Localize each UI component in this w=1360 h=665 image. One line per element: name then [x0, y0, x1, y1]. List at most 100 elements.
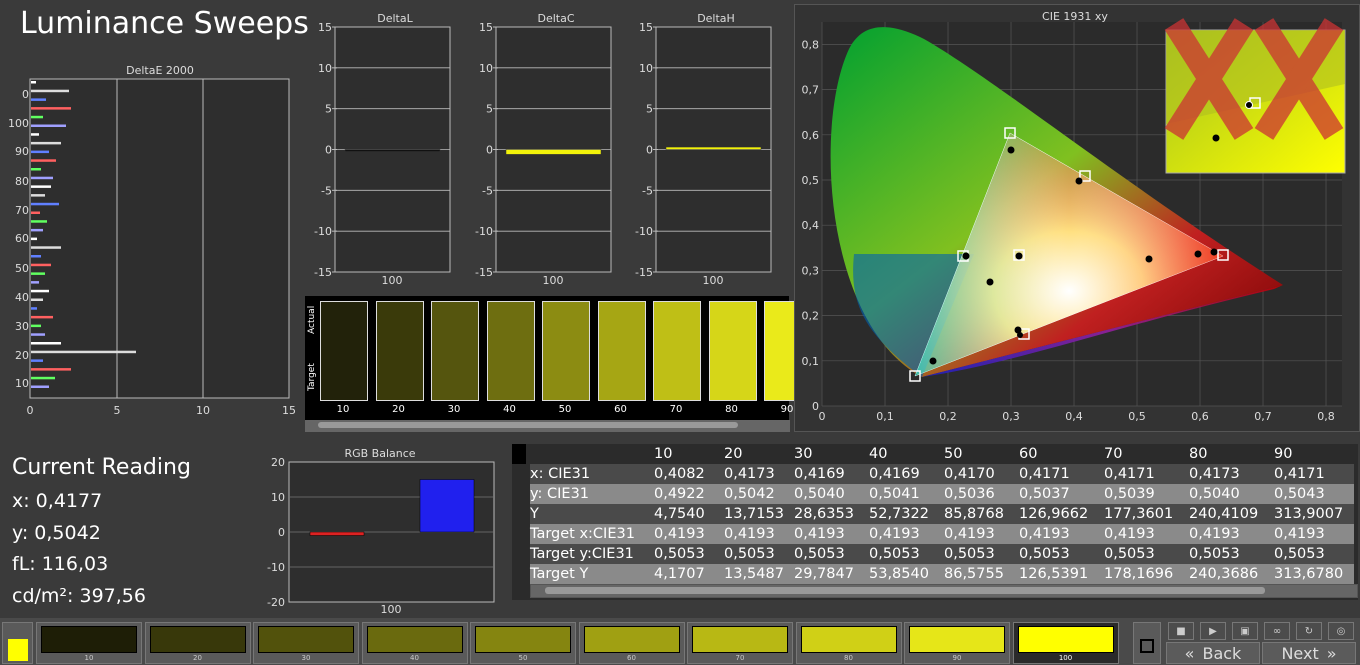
swatch-fill [258, 626, 354, 653]
swatch-label: 50 [518, 654, 528, 662]
stop-icon[interactable]: ■ [1168, 622, 1194, 640]
table-cell: 313,9007 [1274, 504, 1354, 524]
deltae-y-tick: 100 [8, 117, 29, 130]
swatch-label: 10 [84, 654, 94, 662]
deltae-bar [31, 220, 47, 223]
deltae-bar [31, 315, 53, 319]
cie-y-tick: 0,6 [802, 129, 820, 142]
cie-x-tick: 0,2 [939, 410, 957, 423]
table-cell: 85,8768 [944, 504, 1019, 524]
rgb-bar-red [309, 531, 365, 536]
deltae-x-tick: 10 [196, 404, 210, 417]
deltae-bar [31, 141, 61, 145]
back-button[interactable]: «Back [1166, 642, 1260, 664]
next-arrow-icon: » [1326, 643, 1337, 663]
deltae-bar [31, 89, 69, 93]
cie-y-tick: 0 [812, 400, 819, 413]
table-cell: 0,4171 [1274, 464, 1354, 484]
delta-y-tick: -5 [321, 184, 332, 197]
next-button[interactable]: Next» [1262, 642, 1356, 664]
comparison-label: 40 [503, 404, 516, 415]
swatch-50[interactable]: 50 [470, 622, 576, 664]
current-reading: Current Reading x: 0,4177 y: 0,5042 fL: … [12, 455, 272, 612]
swatch-label: 90 [952, 654, 962, 662]
cie-y-tick: 0,3 [802, 264, 820, 277]
table-cell: 0,5053 [654, 544, 724, 564]
table-cell: 0,4193 [1104, 524, 1189, 544]
page-title: Luminance Sweeps [20, 6, 309, 41]
loop-icon[interactable]: ∞ [1264, 622, 1290, 640]
table-row-label: Y [530, 504, 654, 524]
deltae-bar [31, 159, 56, 162]
rgb-bar-blue [419, 479, 475, 533]
table-cell: 13,5487 [724, 564, 794, 584]
delta-bar [344, 149, 441, 152]
table-cell: 313,6780 [1274, 564, 1354, 584]
current-reading-title: Current Reading [12, 455, 191, 480]
table-cell: 0,5053 [1104, 544, 1189, 564]
table-cell: 0,5037 [1019, 484, 1104, 504]
deltae-bar [31, 289, 49, 293]
table-cell: 0,4169 [869, 464, 944, 484]
deltae-bar [31, 115, 43, 119]
swatch-100[interactable]: 100 [1012, 622, 1119, 664]
deltae-chart: 0 100 90 80 70 60 50 40 30 20 10 0 5 10 15 [8, 78, 296, 417]
swatch-40[interactable]: 40 [361, 622, 468, 664]
cie-y-tick: 0,1 [802, 355, 820, 368]
table-cell: 0,4193 [1274, 524, 1354, 544]
settings-icon[interactable]: ◎ [1328, 622, 1354, 640]
table-row: Target Y 4,1707 13,5487 29,7847 53,8540 86,57… [530, 564, 1354, 584]
deltae-y-tick: 70 [15, 204, 29, 217]
table-cell: 0,4171 [1019, 464, 1104, 484]
rgb-y-tick: -20 [267, 596, 285, 609]
deltae-x-tick: 5 [114, 404, 121, 417]
refresh-icon[interactable]: ↻ [1296, 622, 1322, 640]
swatch-90[interactable]: 90 [904, 622, 1010, 664]
swatch-fill [149, 626, 246, 653]
swatch-label: 100 [1058, 654, 1073, 662]
stop-button[interactable] [1133, 622, 1161, 664]
swatch-label: 70 [735, 654, 745, 662]
deltae-bar [31, 359, 43, 362]
delta-panel-chart: 15 10 5 0 -5 -10 -15 100 [475, 22, 612, 287]
swatch-fill [41, 626, 137, 653]
table-cell: 0,4171 [1104, 464, 1189, 484]
swatch-60[interactable]: 60 [578, 622, 685, 664]
table-cell: 52,7322 [869, 504, 944, 524]
deltae-bar [31, 168, 41, 171]
swatch-label: 40 [410, 654, 419, 662]
cie-y-tick: 0,7 [802, 84, 820, 97]
table-cell: 0,5036 [944, 484, 1019, 504]
table-cell: 0,4173 [1189, 464, 1274, 484]
save-icon[interactable]: ▣ [1232, 622, 1258, 640]
delta-y-tick: -15 [314, 266, 332, 279]
data-table: 10 20 30 40 50 60 70 80 90 x: CIE31 0,4082 0,4173 0,… [530, 444, 1354, 584]
comparison-label: 60 [614, 404, 627, 415]
comparison-scrollbar[interactable] [305, 420, 790, 432]
deltae-bar [31, 202, 59, 206]
reading-y: y: 0,5042 [12, 521, 101, 544]
swatch-20[interactable]: 20 [144, 622, 251, 664]
swatch-fill [1017, 626, 1114, 653]
play-icon[interactable]: ▶ [1200, 622, 1226, 640]
rgb-y-tick: -10 [267, 561, 285, 574]
deltae-bar [31, 194, 45, 197]
comparison-label: 80 [725, 404, 738, 415]
swatch-label: 80 [844, 654, 853, 662]
swatch-30[interactable]: 30 [253, 622, 359, 664]
comparison-label: 10 [336, 404, 350, 415]
deltae-y-tick: 0 [22, 88, 29, 101]
table-row-label: Target x:CIE31 [530, 524, 654, 544]
deltae-bar [31, 272, 45, 275]
table-scrollbar[interactable] [530, 584, 1358, 598]
deltae-bar [31, 150, 49, 154]
rgb-y-tick: 0 [278, 526, 285, 539]
cie-y-tick: 0,2 [802, 310, 820, 323]
swatch-80[interactable]: 80 [795, 622, 902, 664]
back-arrow-icon: « [1184, 643, 1195, 663]
swatch-10[interactable]: 10 [36, 622, 142, 664]
table-cell: 0,4170 [944, 464, 1019, 484]
swatch-label: 20 [193, 654, 202, 662]
swatch-70[interactable]: 70 [687, 622, 793, 664]
target-label: Target [307, 363, 317, 391]
